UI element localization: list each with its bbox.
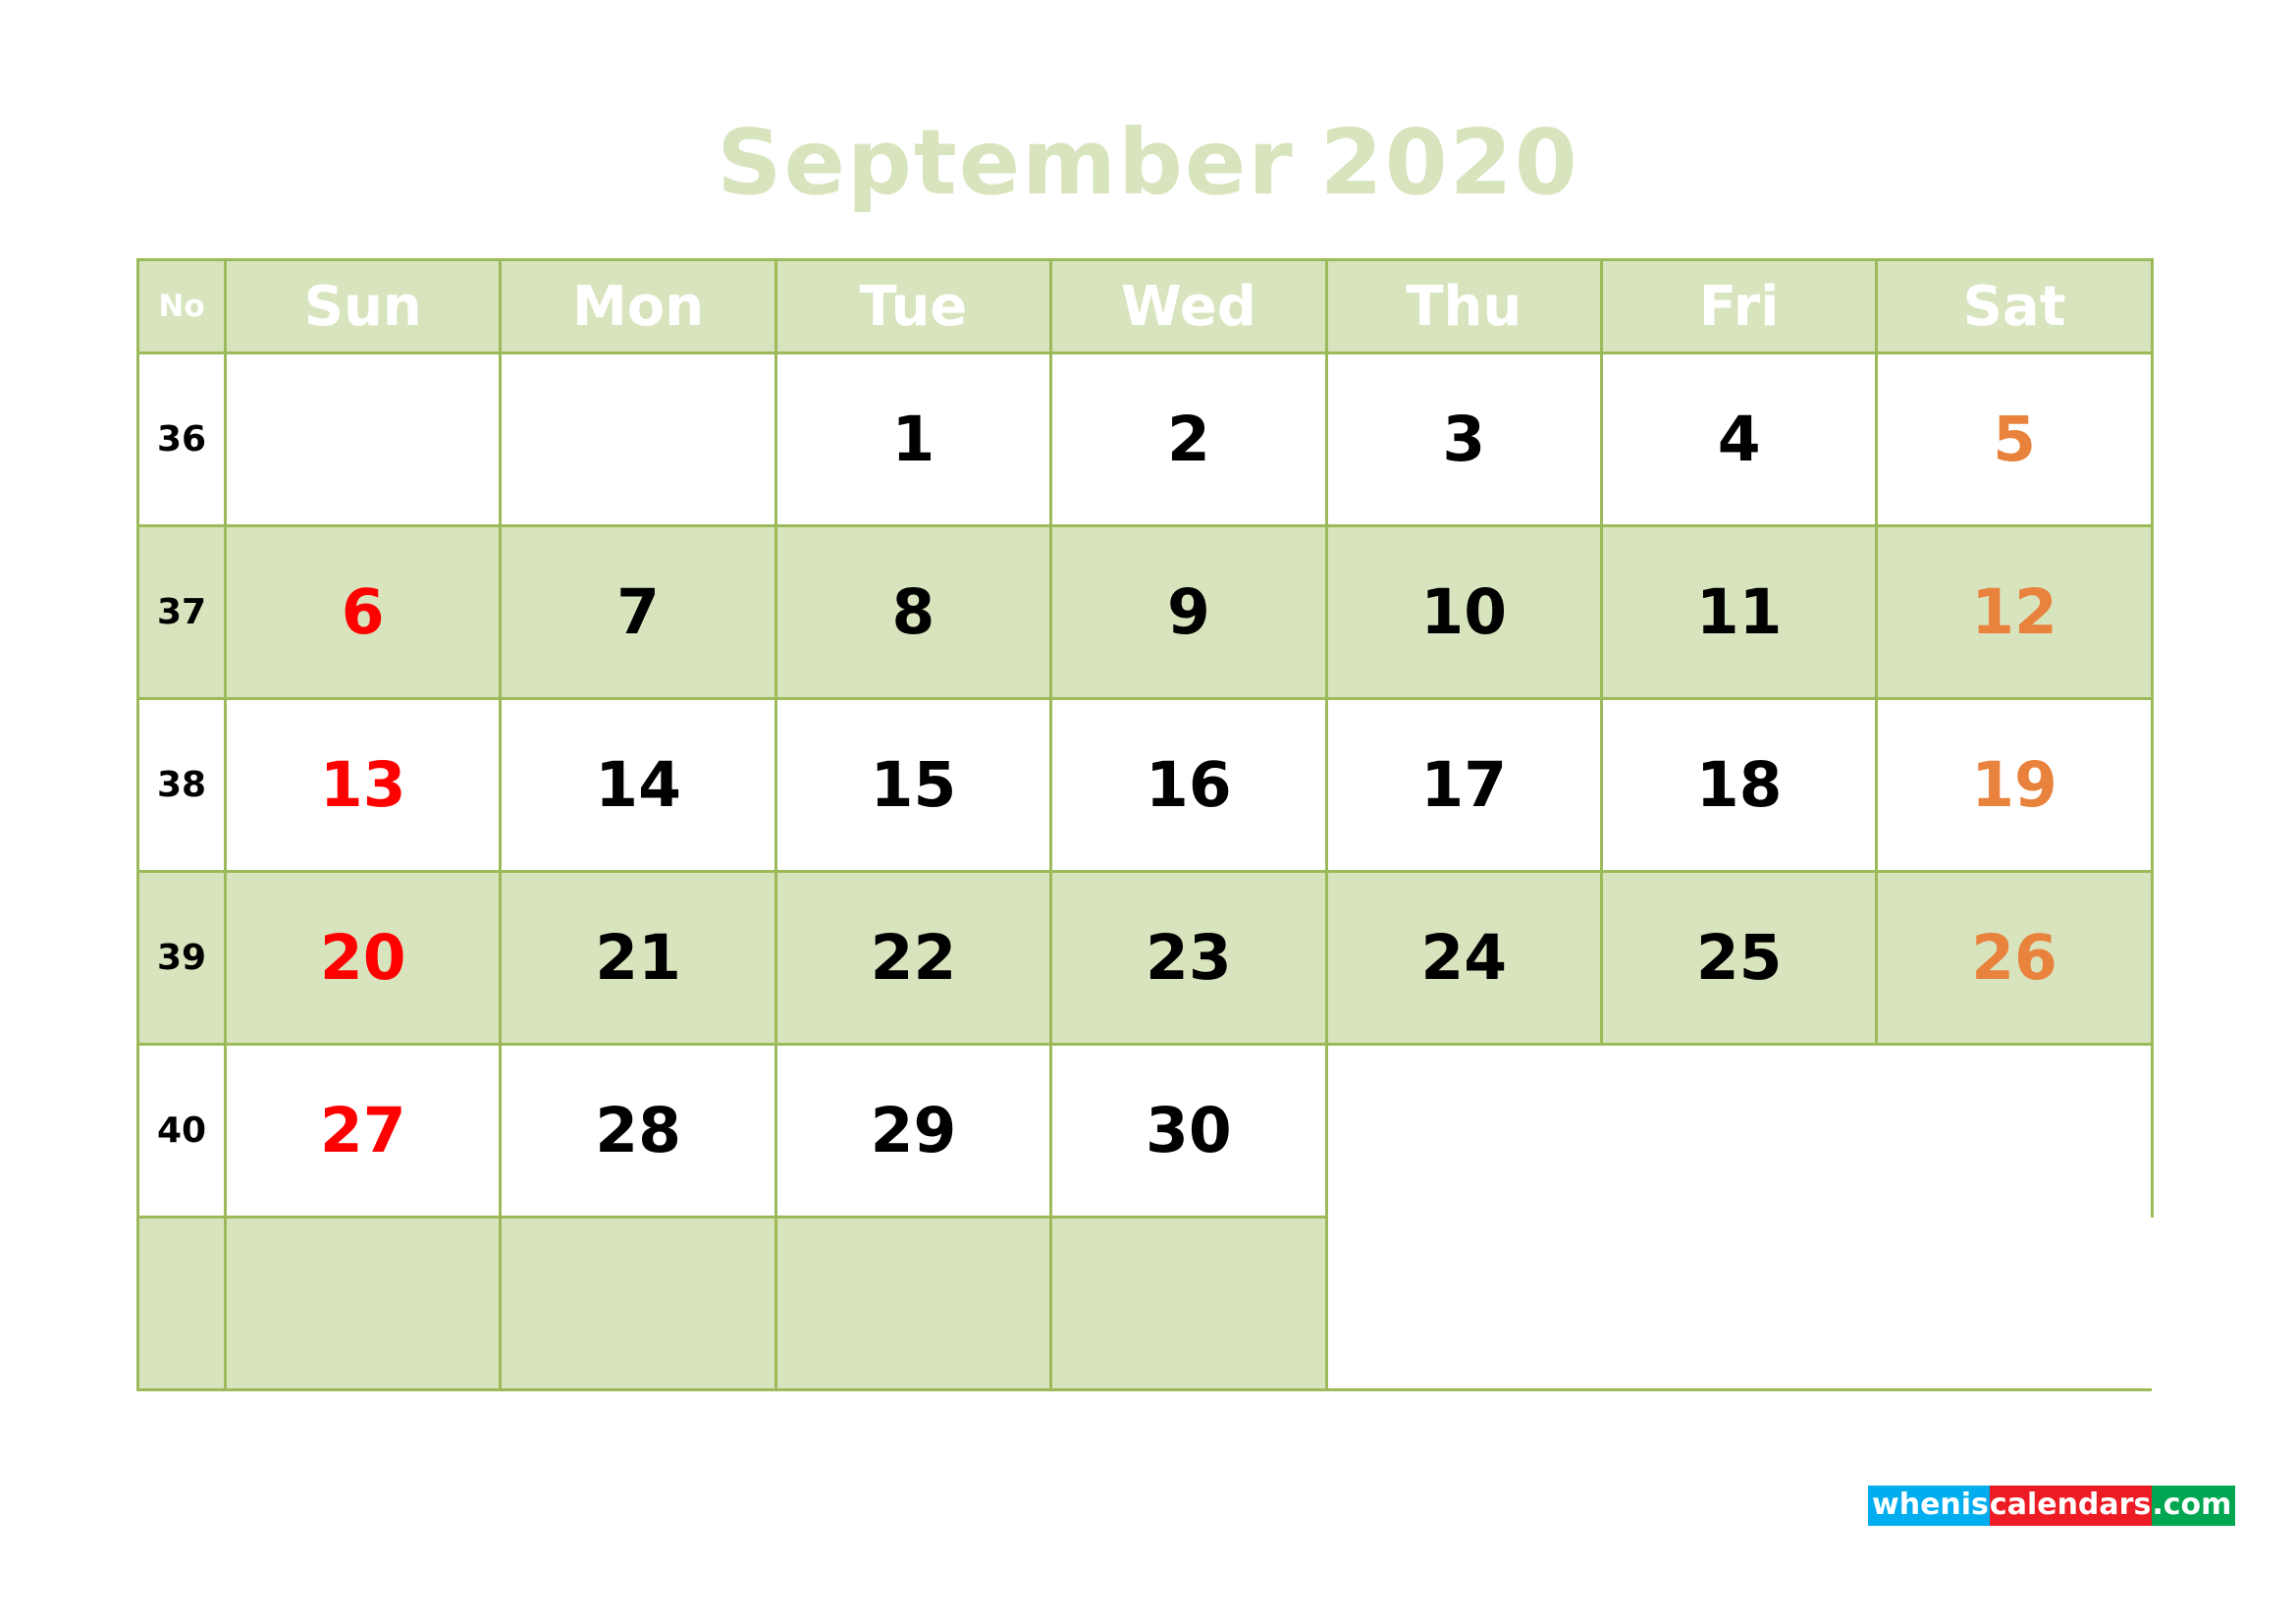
calendar-header-row: No Sun Mon Tue Wed Thu Fri Sat: [136, 258, 2154, 354]
week-number-cell: 37: [136, 524, 227, 700]
week-number-column-header: No: [136, 258, 227, 354]
calendar-week-row: 38 13 14 15 16 17 18 19: [136, 697, 2154, 873]
day-cell[interactable]: 4: [1599, 352, 1879, 527]
calendar-week-row: 37 6 7 8 9 10 11 12: [136, 524, 2154, 700]
day-cell[interactable]: 14: [499, 697, 777, 873]
day-cell-empty: [1049, 1216, 1328, 1391]
day-cell[interactable]: [499, 352, 777, 527]
day-header-mon: Mon: [499, 258, 777, 354]
day-cell[interactable]: 28: [499, 1043, 777, 1218]
day-cell-empty: [1876, 1217, 2153, 1391]
logo-part-dotcom: .com: [2152, 1486, 2236, 1526]
day-header-fri: Fri: [1599, 258, 1879, 354]
day-cell[interactable]: 23: [1049, 870, 1328, 1046]
day-cell[interactable]: 22: [774, 870, 1053, 1046]
day-cell[interactable]: 2: [1049, 352, 1328, 527]
day-cell[interactable]: 3: [1324, 352, 1603, 527]
day-header-sat: Sat: [1875, 258, 2154, 354]
day-cell[interactable]: 13: [223, 697, 503, 873]
day-cell[interactable]: 17: [1324, 697, 1603, 873]
day-cell[interactable]: 20: [223, 870, 503, 1046]
day-cell[interactable]: 8: [774, 524, 1053, 700]
calendar-week-row: 39 20 21 22 23 24 25 26: [136, 870, 2154, 1046]
day-cell[interactable]: 1: [774, 352, 1053, 527]
day-header-tue: Tue: [774, 258, 1053, 354]
day-cell-empty: [1876, 1044, 2154, 1218]
day-cell[interactable]: 7: [499, 524, 777, 700]
day-header-thu: Thu: [1324, 258, 1603, 354]
day-cell[interactable]: 29: [774, 1043, 1053, 1218]
calendar-grid-container: No Sun Mon Tue Wed Thu Fri Sat 36 1 2 3 …: [136, 258, 2154, 1391]
day-cell[interactable]: 24: [1324, 870, 1603, 1046]
day-cell[interactable]: 15: [774, 697, 1053, 873]
day-cell[interactable]: 30: [1049, 1043, 1328, 1218]
day-cell-empty: [1601, 1217, 1877, 1391]
day-cell-empty: [774, 1216, 1053, 1391]
day-cell[interactable]: 10: [1324, 524, 1603, 700]
day-header-sun: Sun: [223, 258, 503, 354]
calendar-table: No Sun Mon Tue Wed Thu Fri Sat 36 1 2 3 …: [136, 258, 2154, 1391]
day-cell-empty: [1601, 1044, 1877, 1218]
day-header-wed: Wed: [1049, 258, 1328, 354]
day-cell[interactable]: 25: [1599, 870, 1879, 1046]
title-month: September: [717, 110, 1295, 215]
site-logo[interactable]: whenis calendars .com: [1868, 1486, 2236, 1526]
page-title: September 2020: [0, 115, 2296, 211]
week-number-cell: 40: [136, 1043, 227, 1218]
day-cell[interactable]: 26: [1875, 870, 2154, 1046]
day-cell[interactable]: 5: [1875, 352, 2154, 527]
calendar-trailing-row: [136, 1216, 2153, 1391]
logo-part-whenis: whenis: [1868, 1486, 1990, 1526]
day-cell[interactable]: 19: [1875, 697, 2154, 873]
calendar-week-row: 36 1 2 3 4 5: [136, 352, 2154, 527]
week-number-cell: 38: [136, 697, 227, 873]
calendar-page: September 2020 No Sun Mon Tue Wed Thu Fri…: [0, 0, 2296, 1624]
title-year: 2020: [1319, 110, 1579, 215]
day-cell-empty: [1326, 1217, 1602, 1391]
day-cell-empty: [499, 1216, 777, 1391]
week-number-cell: 36: [136, 352, 227, 527]
calendar-week-row: 40 27 28 29 30: [136, 1043, 2154, 1218]
day-cell-empty: [223, 1216, 503, 1391]
day-cell[interactable]: 27: [223, 1043, 503, 1218]
day-cell[interactable]: 9: [1049, 524, 1328, 700]
week-number-cell-empty: [136, 1216, 227, 1391]
week-number-cell: 39: [136, 870, 227, 1046]
day-cell-empty: [1326, 1044, 1602, 1218]
logo-part-calendars: calendars: [1989, 1486, 2153, 1526]
day-cell[interactable]: 18: [1599, 697, 1879, 873]
day-cell[interactable]: 11: [1599, 524, 1879, 700]
day-cell[interactable]: 6: [223, 524, 503, 700]
day-cell[interactable]: 16: [1049, 697, 1328, 873]
day-cell[interactable]: 12: [1875, 524, 2154, 700]
day-cell[interactable]: [223, 352, 503, 527]
day-cell[interactable]: 21: [499, 870, 777, 1046]
